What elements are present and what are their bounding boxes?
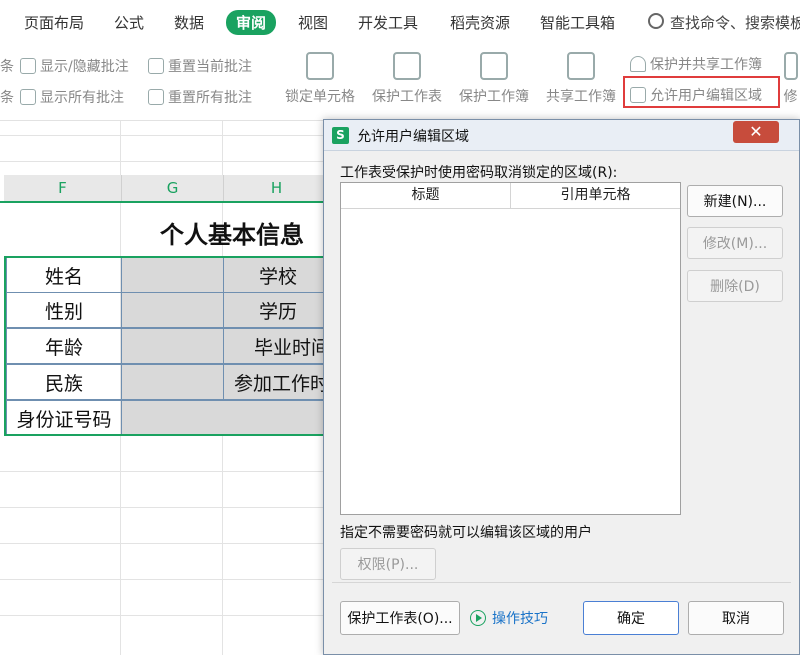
cell-ethnicity-value[interactable] [121, 364, 224, 400]
delete-range-button[interactable]: 删除(D) [687, 270, 783, 302]
modify-range-button[interactable]: 修改(M)... [687, 227, 783, 259]
column-header-selection [0, 201, 330, 203]
cell-gender-value[interactable] [121, 292, 224, 328]
reset-current-comment-label: 重置当前批注 [168, 59, 252, 75]
protect-workbook-label: 保护工作簿 [459, 89, 529, 105]
allow-edit-ranges-dialog: S 允许用户编辑区域 ✕ 工作表受保护时使用密码取消锁定的区域(R): 标题 引… [323, 119, 800, 655]
search-icon [648, 13, 664, 29]
lock-cells-label: 锁定单元格 [285, 89, 355, 105]
cell-graduation-label[interactable]: 毕业时间 [223, 328, 333, 364]
users-label: 指定不需要密码就可以编辑该区域的用户 [340, 525, 592, 541]
ribbon-partial-right-button[interactable]: 修 [781, 50, 800, 106]
protect-sheet-ribbon-button[interactable]: 保护工作表 [367, 50, 447, 106]
comment-reset-icon [148, 58, 164, 74]
command-search[interactable]: 查找命令、搜索模板 [648, 12, 800, 33]
dialog-title: 允许用户编辑区域 [357, 129, 469, 145]
lock-icon [630, 56, 646, 72]
comment-eye-icon [20, 89, 36, 105]
cell-gender-label[interactable]: 性别 [6, 292, 122, 328]
cell-name-value[interactable] [121, 257, 224, 293]
protect-and-share-label: 保护并共享工作簿 [650, 57, 762, 73]
protect-sheet-label: 保护工作表 [372, 89, 442, 105]
menu-review[interactable]: 审阅 [226, 10, 277, 35]
ranges-label: 工作表受保护时使用密码取消锁定的区域(R): [340, 165, 618, 181]
dialog-separator [332, 582, 791, 583]
cell-name-label[interactable]: 姓名 [6, 257, 122, 293]
menu-formulas[interactable]: 公式 [114, 12, 144, 33]
menu-developer-tools[interactable]: 开发工具 [358, 12, 418, 33]
cell-age-value[interactable] [121, 328, 224, 364]
close-icon: ✕ [749, 122, 763, 141]
column-header-h[interactable]: H [224, 175, 330, 201]
ribbon-partial-item-bottom[interactable]: 条 [0, 87, 14, 107]
cancel-button[interactable]: 取消 [688, 601, 784, 635]
share-workbook-label: 共享工作簿 [546, 89, 616, 105]
share-workbook-button[interactable]: 共享工作簿 [541, 50, 621, 106]
column-header-f[interactable]: F [4, 175, 122, 201]
sheet-title-cell[interactable]: 个人基本信息 [160, 215, 304, 250]
cell-school-label[interactable]: 学校 [223, 257, 333, 293]
protect-and-share-button[interactable]: 保护并共享工作簿 [630, 54, 762, 74]
dialog-titlebar[interactable]: S 允许用户编辑区域 ✕ [324, 120, 799, 151]
ok-button[interactable]: 确定 [583, 601, 679, 635]
ranges-list[interactable]: 标题 引用单元格 [340, 182, 681, 515]
comment-reset-icon [148, 89, 164, 105]
show-hide-comment-button[interactable]: 显示/隐藏批注 [20, 56, 129, 76]
cell-ethnicity-label[interactable]: 民族 [6, 364, 122, 400]
cell-age-label[interactable]: 年龄 [6, 328, 122, 364]
show-all-comments-label: 显示所有批注 [40, 90, 124, 106]
menu-page-layout[interactable]: 页面布局 [24, 12, 84, 33]
tips-link[interactable]: 操作技巧 [470, 608, 548, 628]
allow-edit-ranges-highlight [623, 76, 780, 108]
protect-workbook-button[interactable]: 保护工作簿 [454, 50, 534, 106]
share-workbook-icon [567, 52, 595, 80]
review-ribbon: 条 条 显示/隐藏批注 重置当前批注 显示所有批注 重置所有批注 锁定单元格 保… [0, 46, 800, 121]
show-all-comments-button[interactable]: 显示所有批注 [20, 87, 124, 107]
lock-cells-button[interactable]: 锁定单元格 [280, 50, 360, 106]
list-header-title[interactable]: 标题 [341, 183, 511, 209]
cell-work-start-label[interactable]: 参加工作时 [223, 364, 333, 400]
search-label: 查找命令、搜索模板 [670, 14, 800, 32]
reset-all-comments-button[interactable]: 重置所有批注 [148, 87, 252, 107]
column-header-g[interactable]: G [122, 175, 224, 201]
protect-sheet-dialog-button[interactable]: 保护工作表(O)... [340, 601, 460, 635]
partial-icon [783, 52, 798, 80]
play-circle-icon [470, 610, 486, 626]
lock-cells-icon [306, 52, 334, 80]
new-range-button[interactable]: 新建(N)... [687, 185, 783, 217]
reset-current-comment-button[interactable]: 重置当前批注 [148, 56, 252, 76]
show-hide-comment-label: 显示/隐藏批注 [40, 59, 129, 75]
menu-data[interactable]: 数据 [174, 12, 204, 33]
cell-id-number-label[interactable]: 身份证号码 [6, 400, 122, 436]
menu-smart-toolbox[interactable]: 智能工具箱 [540, 12, 615, 33]
menu-bar: 页面布局 公式 数据 审阅 视图 开发工具 稻壳资源 智能工具箱 查找命令、搜索… [0, 0, 800, 46]
tips-link-label: 操作技巧 [492, 611, 548, 627]
ribbon-partial-right-label: 修 [783, 89, 798, 105]
reset-all-comments-label: 重置所有批注 [168, 90, 252, 106]
ribbon-partial-item-top[interactable]: 条 [0, 56, 14, 76]
cell-education-label[interactable]: 学历 [223, 292, 333, 328]
protect-sheet-icon [393, 52, 421, 80]
cell-id-number-value[interactable] [121, 400, 333, 436]
list-header-ref-cells[interactable]: 引用单元格 [511, 183, 680, 209]
menu-docer-resources[interactable]: 稻壳资源 [450, 12, 510, 33]
close-button[interactable]: ✕ [733, 121, 779, 143]
app-s-icon: S [332, 127, 349, 144]
protect-workbook-icon [480, 52, 508, 80]
menu-view[interactable]: 视图 [298, 12, 328, 33]
comment-eye-icon [20, 58, 36, 74]
permissions-button[interactable]: 权限(P)... [340, 548, 436, 580]
